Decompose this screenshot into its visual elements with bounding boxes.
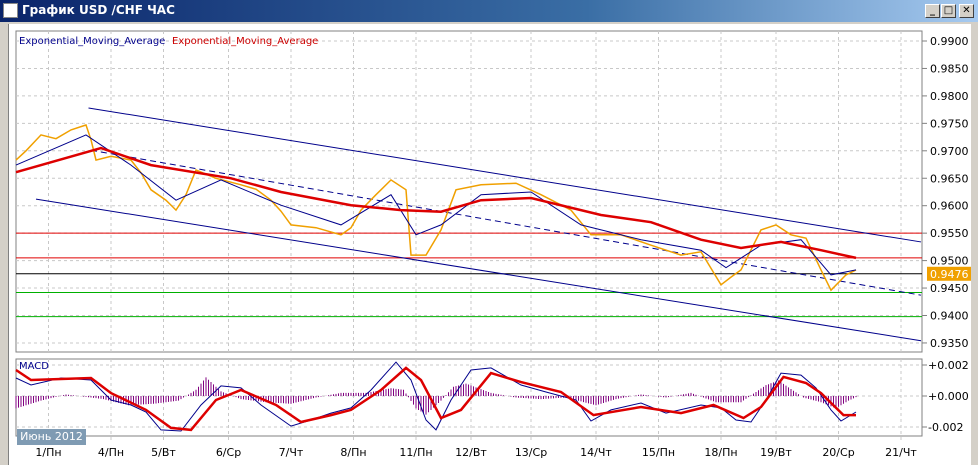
period-badge: Июнь 2012: [17, 429, 86, 445]
time-tick-label: 8/Пн: [340, 446, 366, 459]
price-tick-label: 0.9500: [930, 255, 969, 268]
chart-window: График USD /CHF ЧАС _ □ ✕ 0.9900 0.9850 0.…: [0, 0, 978, 465]
price-tick-label: 0.9600: [930, 200, 969, 213]
price-tick-label: 0.9750: [930, 117, 969, 130]
time-tick-label: 13/Ср: [515, 446, 547, 459]
time-tick-label: 19/Вт: [760, 446, 792, 459]
time-tick-label: 7/Чт: [279, 446, 304, 459]
macd-tick-label: +0.002: [928, 359, 969, 372]
price-tick-label: 0.9850: [930, 62, 969, 75]
price-chart[interactable]: 0.9900 0.9850 0.9800 0.9750 0.9700 0.9650 0.96…: [0, 0, 978, 465]
price-tick-label: 0.9700: [930, 145, 969, 158]
time-tick-label: 6/Ср: [216, 446, 241, 459]
time-tick-label: 18/Пн: [704, 446, 737, 459]
price-tick-label: 0.9450: [930, 282, 969, 295]
price-tick-label: 0.9400: [930, 310, 969, 323]
price-tick-label: 0.9800: [930, 90, 969, 103]
legend-ema-slow: Exponential_Moving_Average: [172, 36, 318, 47]
macd-tick-label: -0.002: [928, 421, 963, 434]
price-panel: [15, 30, 923, 353]
current-price-label: 0.9476: [930, 268, 969, 281]
time-tick-label: 4/Пн: [98, 446, 124, 459]
time-tick-label: 12/Вт: [455, 446, 487, 459]
time-tick-label: 14/Чт: [580, 446, 612, 459]
time-tick-label: 1/Пн: [35, 446, 61, 459]
time-tick-label: 15/Пн: [642, 446, 675, 459]
time-tick-label: 11/Пн: [399, 446, 432, 459]
macd-panel: [15, 358, 923, 437]
legend-ema-fast: Exponential_Moving_Average: [19, 36, 165, 47]
macd-label: MACD: [19, 361, 49, 372]
time-tick-label: 21/Чт: [885, 446, 917, 459]
macd-tick-label: +0.000: [928, 390, 969, 403]
price-tick-label: 0.9900: [930, 35, 969, 48]
price-tick-label: 0.9350: [930, 337, 969, 350]
price-tick-label: 0.9650: [930, 172, 969, 185]
time-tick-label: 5/Вт: [151, 446, 176, 459]
time-tick-label: 20/Ср: [822, 446, 854, 459]
price-tick-label: 0.9550: [930, 227, 969, 240]
